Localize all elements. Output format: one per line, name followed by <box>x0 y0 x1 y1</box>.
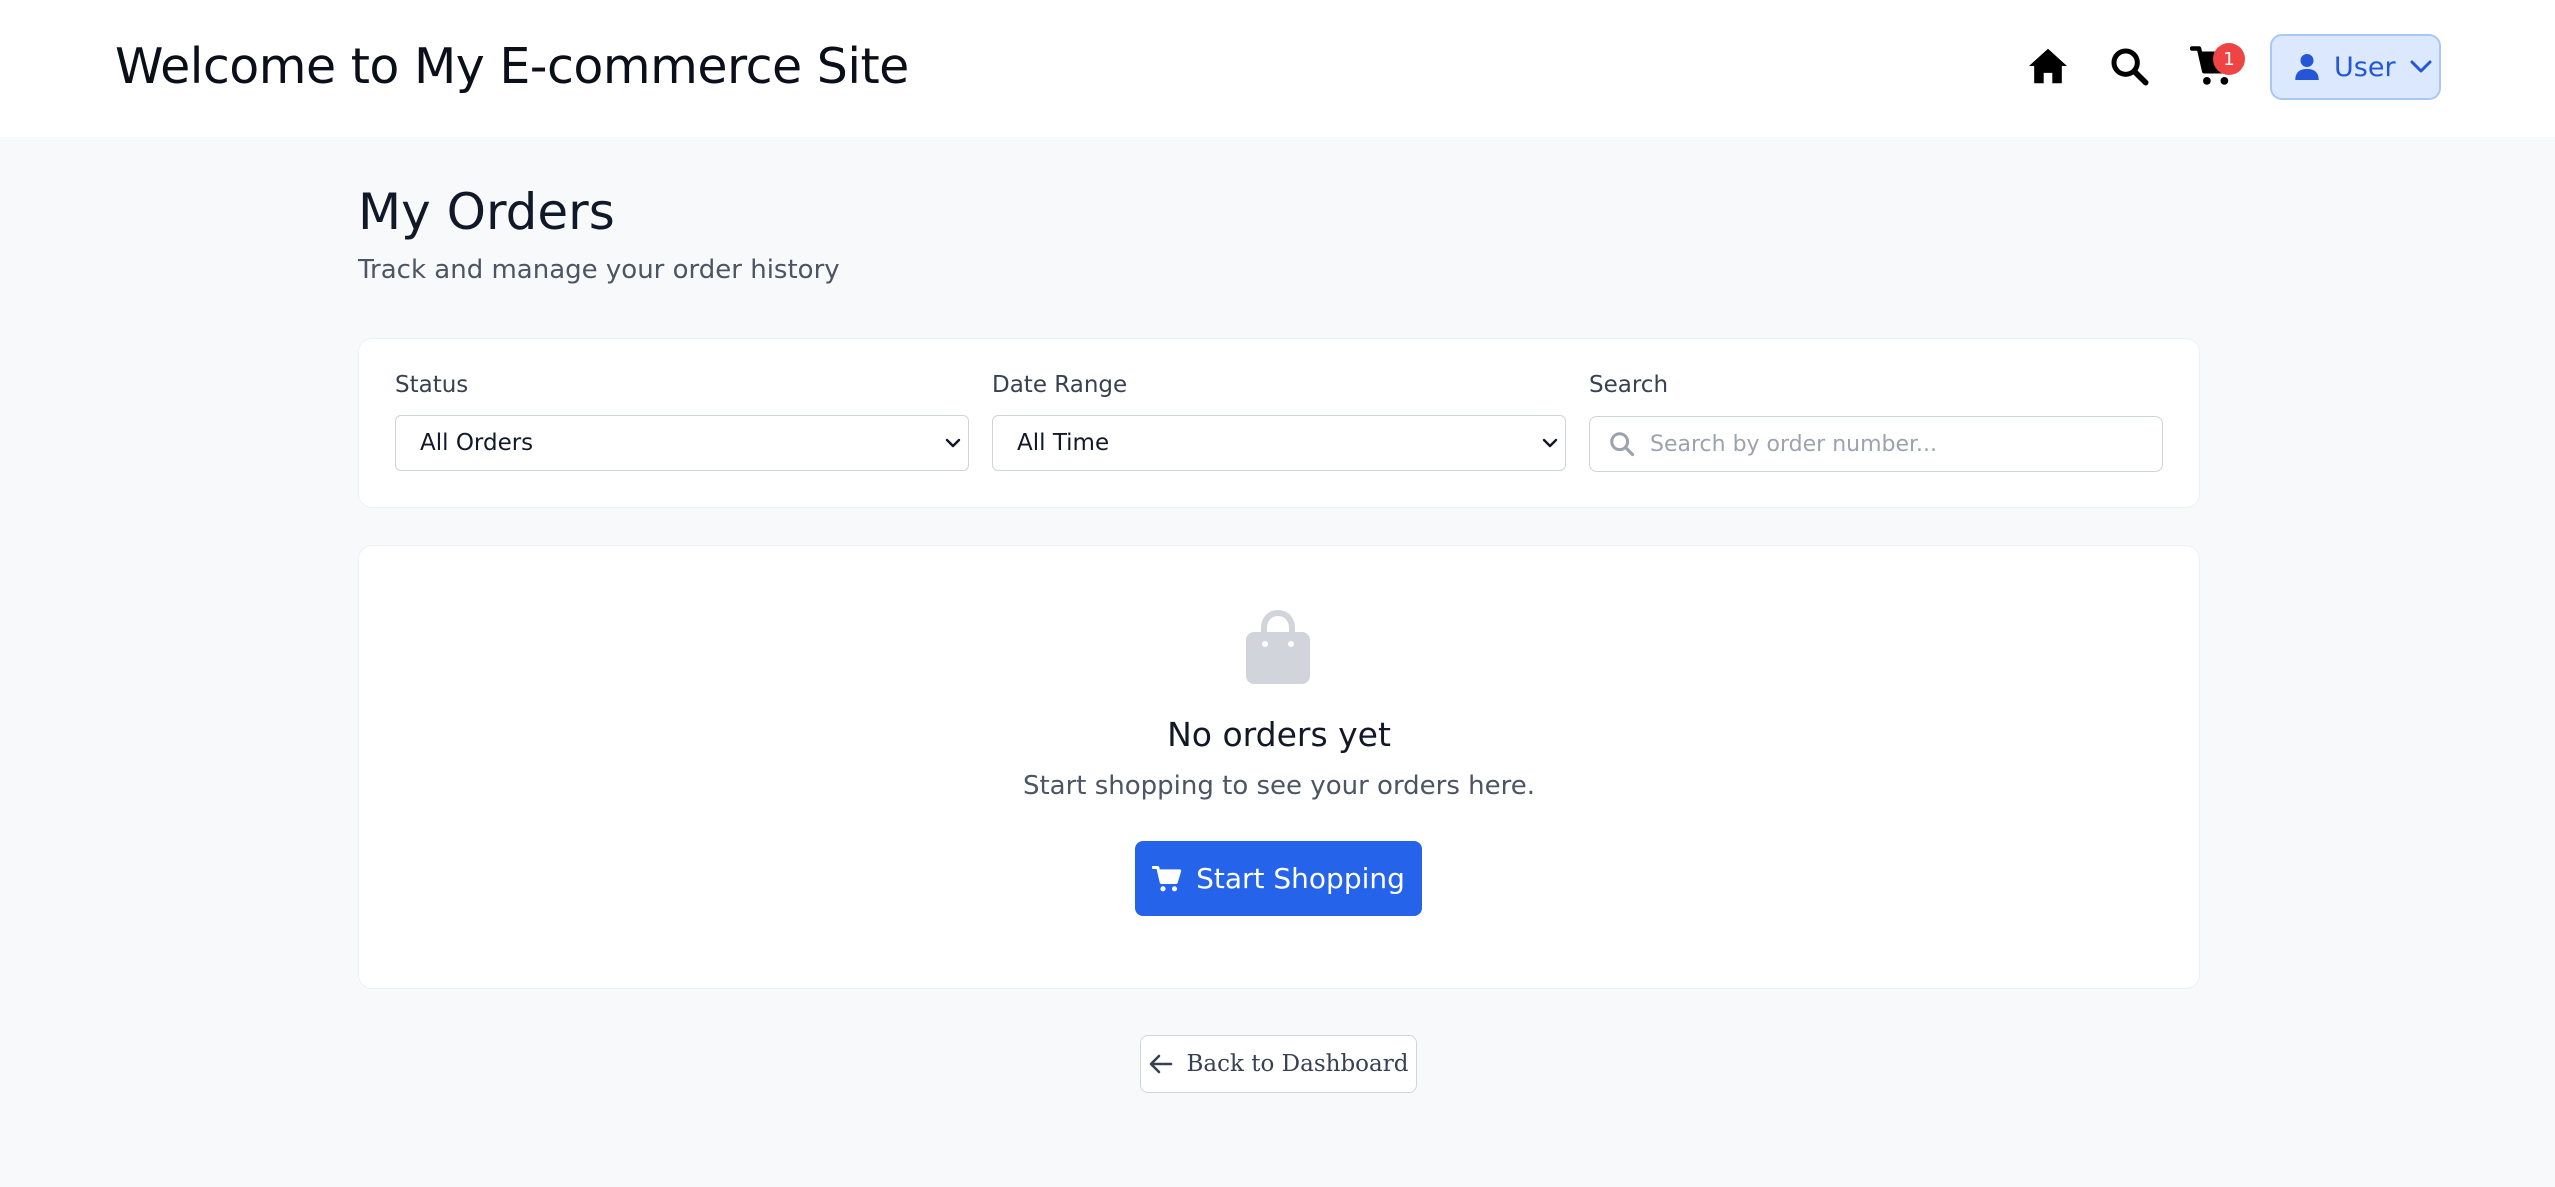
site-title: Welcome to My E-commerce Site <box>115 38 909 95</box>
start-shopping-label: Start Shopping <box>1196 862 1405 895</box>
user-menu-button[interactable]: User <box>2270 34 2441 100</box>
page-subtitle: Track and manage your order history <box>358 255 840 285</box>
empty-state-title: No orders yet <box>1167 715 1391 754</box>
status-select[interactable]: All Orders <box>395 415 969 471</box>
arrow-left-icon <box>1149 1054 1172 1074</box>
home-icon <box>2029 48 2067 84</box>
search-button[interactable] <box>2103 42 2155 90</box>
chevron-down-icon <box>1542 438 1558 448</box>
page-title: My Orders <box>358 183 615 241</box>
search-field[interactable] <box>1589 416 2163 472</box>
status-select-value: All Orders <box>420 430 534 456</box>
user-label: User <box>2334 51 2396 83</box>
date-range-select-value: All Time <box>1017 430 1110 456</box>
empty-state-message: Start shopping to see your orders here. <box>1022 771 1536 801</box>
chevron-down-icon <box>2410 60 2432 73</box>
cart-icon <box>1152 865 1182 891</box>
cart-count-badge: 1 <box>2213 43 2245 75</box>
chevron-down-icon <box>945 438 961 448</box>
back-to-dashboard-button[interactable]: Back to Dashboard <box>1140 1035 1417 1093</box>
search-filter-label: Search <box>1589 372 1669 398</box>
top-navbar: Welcome to My E-commerce Site 1 User <box>0 0 2555 137</box>
search-input[interactable] <box>1648 430 2128 458</box>
search-icon <box>2111 48 2149 86</box>
user-icon <box>2295 54 2319 80</box>
home-button[interactable] <box>2022 42 2074 90</box>
back-to-dashboard-label: Back to Dashboard <box>1186 1051 1409 1077</box>
date-range-filter-label: Date Range <box>992 372 1128 398</box>
date-range-select[interactable]: All Time <box>992 415 1566 471</box>
shopping-bag-icon <box>1246 610 1310 684</box>
search-icon <box>1610 432 1635 457</box>
status-filter-label: Status <box>395 372 469 398</box>
start-shopping-button[interactable]: Start Shopping <box>1135 841 1422 916</box>
